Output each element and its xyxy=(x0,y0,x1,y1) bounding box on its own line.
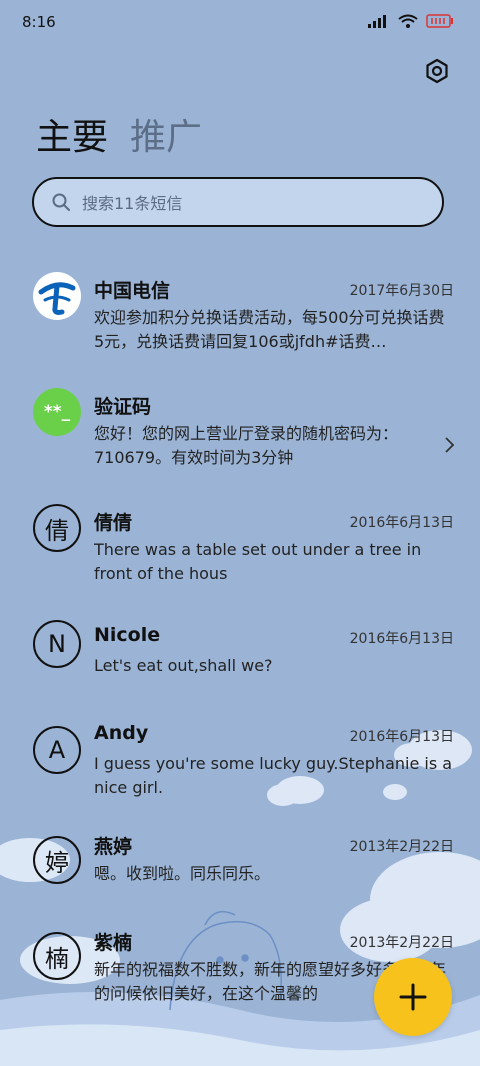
message-snippet: I guess you're some lucky guy.Stephanie … xyxy=(94,754,453,797)
message-date: 2013年2月22日 xyxy=(349,839,454,855)
search-placeholder: 搜索11条短信 xyxy=(82,194,183,213)
message-date: 2016年6月13日 xyxy=(349,631,454,647)
signal-icon xyxy=(368,15,386,28)
message-snippet: 欢迎参加积分兑换话费活动，每500分可兑换话费5元，兑换话费请回复106或jfd… xyxy=(94,308,445,351)
avatar: N xyxy=(33,620,81,668)
message-date: 2017年6月30日 xyxy=(349,283,454,299)
wifi-icon xyxy=(398,14,418,28)
verify-code-avatar: **_ xyxy=(33,388,81,436)
conversation-item[interactable]: A Andy 2016年6月13日 I guess you're some lu… xyxy=(0,722,480,836)
battery-icon xyxy=(426,14,453,28)
conversation-item[interactable]: 婷 燕婷 2013年2月22日 嗯。收到啦。同乐同乐。 xyxy=(0,836,480,932)
status-bar: 8:16 xyxy=(0,0,480,44)
conversation-item[interactable]: 倩 倩倩 2016年6月13日 There was a table set ou… xyxy=(0,494,480,610)
avatar-text: 婷 xyxy=(45,848,69,877)
contact-name: 中国电信 xyxy=(94,280,171,302)
message-date: 2016年6月13日 xyxy=(349,729,454,745)
conversation-list: 中国电信 2017年6月30日 欢迎参加积分兑换话费活动，每500分可兑换话费5… xyxy=(0,262,480,1048)
avatar: A xyxy=(33,726,81,774)
search-input[interactable]: 搜索11条短信 xyxy=(32,177,444,227)
message-snippet: 您好！您的网上营业厅登录的随机密码为：710679。有效时间为3分钟 xyxy=(94,424,399,467)
tab-bar: 主要 推广 xyxy=(36,108,202,160)
avatar-text: 倩 xyxy=(45,516,69,545)
message-snippet: 嗯。收到啦。同乐同乐。 xyxy=(94,864,271,883)
contact-name: 倩倩 xyxy=(94,512,133,534)
search-icon xyxy=(52,193,70,211)
tab-promotions[interactable]: 推广 xyxy=(130,108,202,160)
contact-name: Andy xyxy=(94,722,149,744)
status-icons xyxy=(368,14,454,28)
message-snippet: There was a table set out under a tree i… xyxy=(94,540,422,583)
contact-name: 燕婷 xyxy=(94,836,133,858)
status-time: 8:16 xyxy=(22,13,56,31)
contact-name: 紫楠 xyxy=(94,932,133,954)
avatar-text: A xyxy=(48,736,66,764)
avatar-text: 楠 xyxy=(45,944,69,973)
contact-name: 验证码 xyxy=(94,396,152,418)
plus-icon xyxy=(399,983,427,1011)
compose-button[interactable] xyxy=(374,958,452,1036)
contact-name: Nicole xyxy=(94,624,161,646)
message-snippet: Let's eat out,shall we? xyxy=(94,656,273,675)
avatar-text: **_ xyxy=(43,402,71,422)
message-date: 2013年2月22日 xyxy=(349,935,454,951)
telecom-logo-avatar xyxy=(33,272,81,320)
gear-icon[interactable] xyxy=(424,58,450,84)
conversation-item[interactable]: N Nicole 2016年6月13日 Let's eat out,shall … xyxy=(0,610,480,726)
chevron-right-icon[interactable] xyxy=(444,436,456,454)
china-telecom-logo-icon xyxy=(38,282,76,315)
avatar: 婷 xyxy=(33,836,81,884)
conversation-item[interactable]: 中国电信 2017年6月30日 欢迎参加积分兑换话费活动，每500分可兑换话费5… xyxy=(0,262,480,378)
avatar: 倩 xyxy=(33,504,81,552)
message-date: 2016年6月13日 xyxy=(349,515,454,531)
conversation-item[interactable]: **_ 验证码 您好！您的网上营业厅登录的随机密码为：710679。有效时间为3… xyxy=(0,378,480,494)
tab-primary[interactable]: 主要 xyxy=(36,108,108,160)
avatar-text: N xyxy=(48,630,66,658)
avatar: 楠 xyxy=(33,932,81,980)
